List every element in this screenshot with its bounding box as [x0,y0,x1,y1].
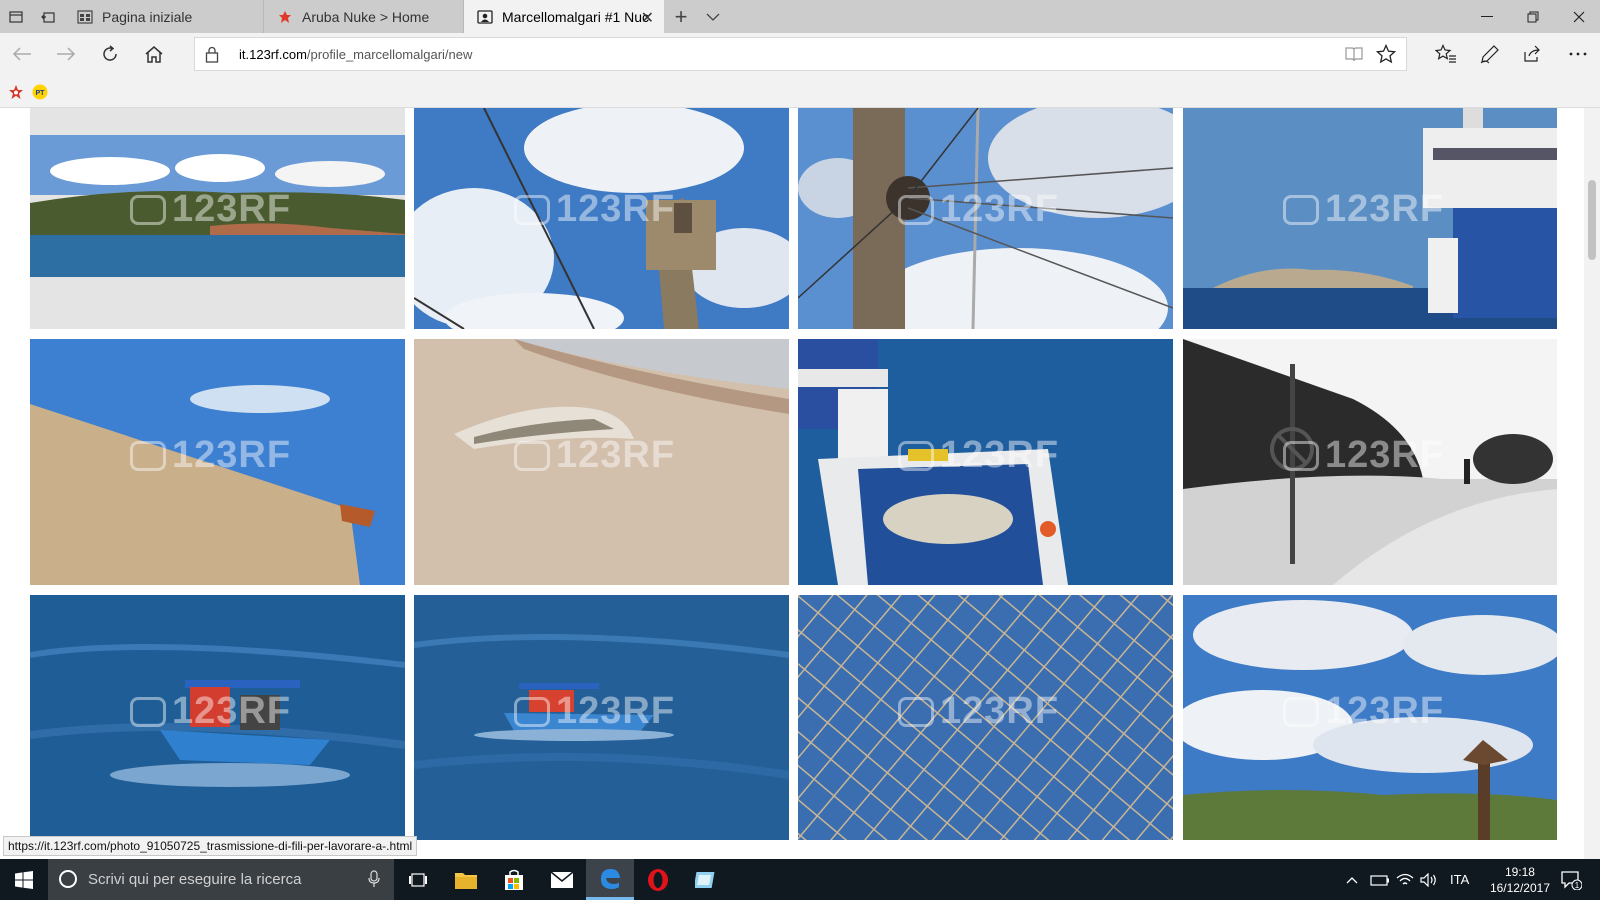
close-window-button[interactable] [1556,0,1600,33]
photo-wall-sky[interactable]: 123RF [30,339,405,585]
tab-label: Pagina iniziale [102,8,193,25]
photo-gallery: 123RF 123RF 123RF 123RF 123RF 123RF 123R… [0,108,1584,859]
more-options-icon[interactable] [1562,38,1594,70]
red-star-icon[interactable] [8,84,24,100]
tab-label: Marcellomalgari #1 Nuc [502,8,650,25]
task-view-icon[interactable] [394,859,442,900]
restore-button[interactable] [1510,0,1556,33]
web-note-pen-icon[interactable] [1474,38,1506,70]
set-aside-tabs-icon[interactable] [32,0,64,33]
battery-icon[interactable] [1370,859,1390,900]
poste-label: PT [36,90,46,97]
volume-icon[interactable] [1420,859,1438,900]
edge-icon[interactable] [586,859,634,900]
address-bar[interactable]: it.123rf.com/profile_marcellomalgari/new [194,37,1407,71]
opera-icon[interactable] [634,859,682,900]
favorites-bar: PT [0,76,1600,108]
aruba-icon [276,8,294,26]
minimize-button[interactable] [1464,0,1510,33]
scrollbar-thumb[interactable] [1588,180,1596,260]
close-tab-icon[interactable]: ✕ [641,8,654,28]
home-button[interactable] [138,38,170,70]
new-tab-button[interactable]: + [666,0,696,33]
tab-label: Aruba Nuke > Home [302,8,430,25]
chevron-down-icon[interactable] [698,0,728,33]
taskbar: Scrivi qui per eseguire la ricerca ITA 1… [0,859,1600,900]
notification-count: 1 [1575,881,1580,890]
photo-island-coast[interactable]: 123RF [30,108,405,329]
lock-icon[interactable] [205,46,219,66]
mail-icon[interactable] [538,859,586,900]
tab-aruba-nuke[interactable]: Aruba Nuke > Home [264,0,464,33]
reading-view-icon[interactable] [1344,45,1364,66]
forward-button[interactable] [50,38,82,70]
refresh-button[interactable] [94,38,126,70]
input-language[interactable]: ITA [1450,859,1469,900]
file-explorer-icon[interactable] [442,859,490,900]
show-hidden-icons-chevron[interactable] [1346,859,1358,900]
photo-fishing-boat-1[interactable]: 123RF [30,595,405,840]
share-icon[interactable] [1516,38,1548,70]
photo-fishing-boat-2[interactable]: 123RF [414,595,789,840]
photo-crane-sky[interactable]: 123RF [414,108,789,329]
wifi-icon[interactable] [1396,859,1414,900]
photo-fishing-net[interactable]: 123RF [798,595,1173,840]
start-page-icon [76,8,94,26]
microphone-icon[interactable] [368,870,380,891]
poste-italiane-icon[interactable]: PT [32,84,48,100]
url-path: /profile_marcellomalgari/new [306,47,473,62]
url-domain: it.123rf.com [239,47,307,62]
page-scrollbar[interactable] [1584,108,1600,859]
action-center-icon[interactable]: 1 [1560,859,1582,900]
status-link-url: https://it.123rf.com/photo_91050725_tras… [3,836,418,856]
start-button[interactable] [0,859,48,900]
tab-pagina-iniziale[interactable]: Pagina iniziale [64,0,264,33]
tab-marcellomalgari[interactable]: Marcellomalgari #1 Nuc ✕ [464,0,664,33]
tab-strip: Pagina iniziale Aruba Nuke > Home Marcel… [0,0,1600,33]
favorites-hub-icon[interactable] [1430,38,1462,70]
photo-clouds-post[interactable]: 123RF [1183,595,1557,840]
taskbar-search-box[interactable]: Scrivi qui per eseguire la ricerca [48,859,394,900]
back-button[interactable] [6,38,38,70]
profile-icon [476,8,494,26]
photo-ferry-sea[interactable]: 123RF [1183,108,1557,329]
url-text[interactable]: it.123rf.com/profile_marcellomalgari/new [239,47,472,62]
store-icon[interactable] [490,859,538,900]
photo-bw-path-sign[interactable]: 123RF [1183,339,1557,585]
clock-date: 16/12/2017 [1489,881,1550,895]
search-placeholder: Scrivi qui per eseguire la ricerca [88,871,302,888]
navigation-bar: it.123rf.com/profile_marcellomalgari/new [0,33,1600,76]
app-icon[interactable] [682,859,730,900]
system-clock[interactable]: 19:18 16/12/2017 [1490,864,1550,896]
photo-mast-cables[interactable]: 123RF [798,108,1173,329]
photo-boat-deck-ropes[interactable]: 123RF [798,339,1173,585]
tab-list-icon[interactable] [0,0,32,33]
cortana-icon [58,869,78,892]
clock-time: 19:18 [1504,865,1535,879]
photo-driftwood-beach[interactable]: 123RF [414,339,789,585]
favorite-star-icon[interactable] [1375,43,1397,67]
